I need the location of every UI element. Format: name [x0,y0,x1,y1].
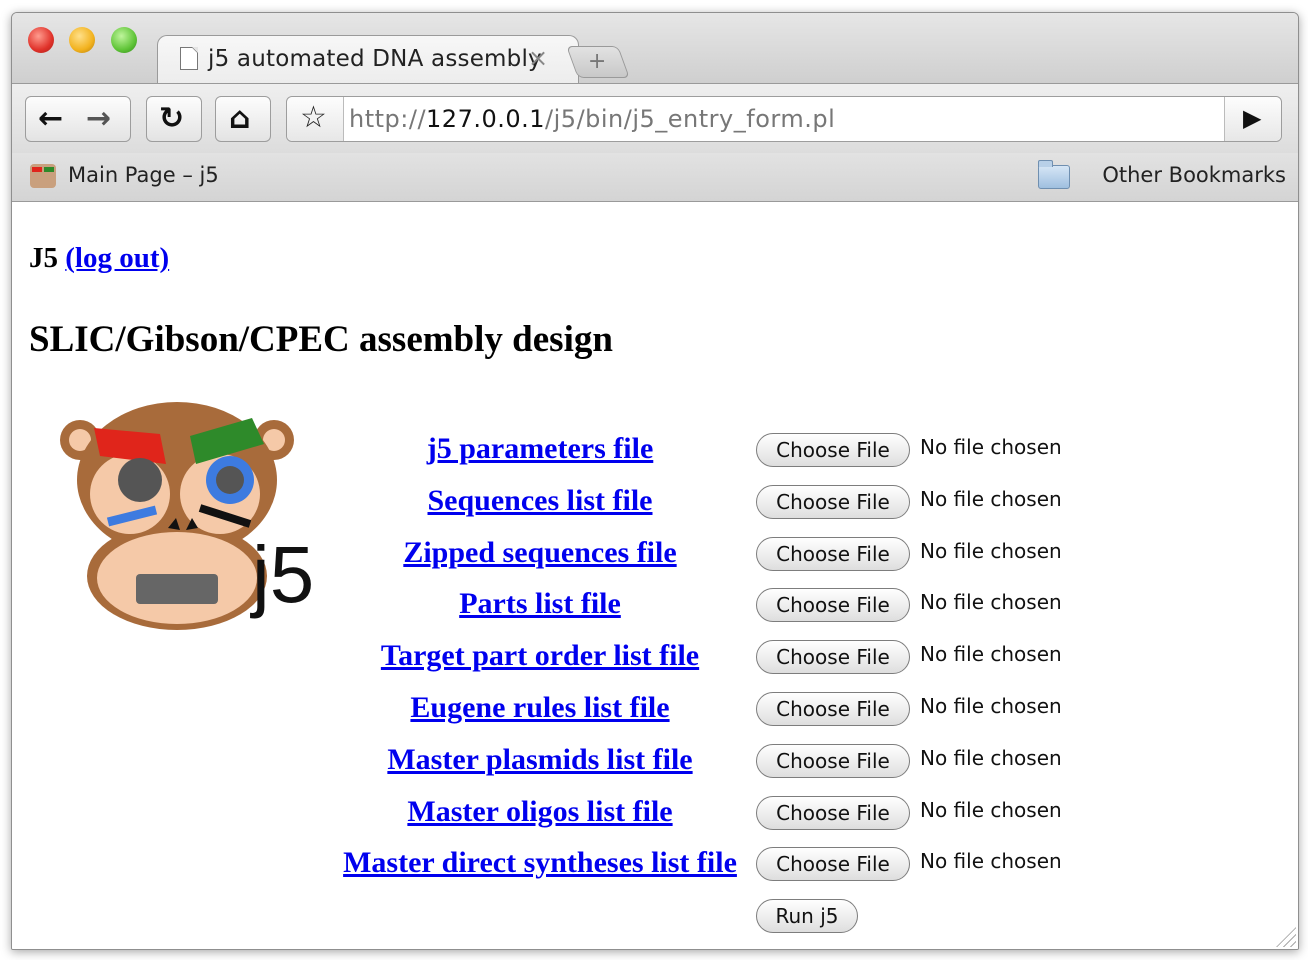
file-help-link[interactable]: Target part order list file [312,639,768,673]
file-help-link[interactable]: Eugene rules list file [312,691,768,725]
logout-link[interactable]: (log out) [65,242,169,274]
choose-file-button[interactable]: Choose File [756,433,910,467]
choose-file-button[interactable]: Choose File [756,692,910,726]
file-row: Parts list file Choose File No file chosen [312,587,1212,639]
j5-monkey-logo: j5 [60,402,314,630]
file-row: Eugene rules list file Choose File No file… [312,691,1212,743]
url-host: 127.0.0.1 [426,105,546,133]
file-help-link[interactable]: Sequences list file [312,484,768,518]
tab-active[interactable]: j5 automated DNA assembly × [157,35,579,86]
star-icon: ☆ [300,100,327,135]
home-button[interactable]: ⌂ [215,96,271,142]
file-row: Zipped sequences file Choose File No file … [312,536,1212,588]
j5-favicon-icon [30,164,56,188]
url-scheme: http:// [349,105,427,133]
file-status-text: No file chosen [920,642,1062,666]
header-line: J5 (log out) [29,242,169,275]
toolbar: ← → ↻ ⌂ ☆ http://127.0.0.1/j5/bin/j5_ent… [12,83,1298,154]
app-name: J5 [29,242,58,274]
minimize-window-button[interactable] [69,27,95,53]
zoom-window-button[interactable] [111,27,137,53]
file-help-link[interactable]: Parts list file [312,587,768,621]
home-icon: ⌂ [229,101,251,136]
bookmark-other-bookmarks[interactable]: Other Bookmarks [1102,163,1286,187]
file-status-text: No file chosen [920,849,1062,873]
choose-file-button[interactable]: Choose File [756,485,910,519]
reload-icon: ↻ [159,101,185,136]
logo-text: j5 [250,530,314,619]
file-status-text: No file chosen [920,798,1062,822]
reload-button[interactable]: ↻ [146,96,202,142]
file-help-link[interactable]: Master oligos list file [312,795,768,829]
choose-file-button[interactable]: Choose File [756,640,910,674]
url-path: /j5/bin/j5_entry_form.pl [545,105,836,133]
url-text[interactable]: http://127.0.0.1/j5/bin/j5_entry_form.pl [349,105,835,133]
file-row: Sequences list file Choose File No file ch… [312,484,1212,536]
tab-strip: j5 automated DNA assembly × + [12,13,1298,86]
file-status-text: No file chosen [920,487,1062,511]
file-status-text: No file chosen [920,435,1062,459]
go-icon: ▶ [1243,105,1262,132]
go-button[interactable]: ▶ [1224,97,1281,141]
file-row: Target part order list file Choose File No… [312,639,1212,691]
file-row: Master plasmids list file Choose File No f… [312,743,1212,795]
file-status-text: No file chosen [920,590,1062,614]
page-title: SLIC/Gibson/CPEC assembly design [29,319,613,360]
back-icon[interactable]: ← [38,101,63,136]
back-forward-group: ← → [25,96,131,142]
run-j5-button[interactable]: Run j5 [756,899,858,933]
file-status-text: No file chosen [920,694,1062,718]
folder-icon [1038,160,1070,189]
tab-title: j5 automated DNA assembly [208,46,542,72]
file-help-link[interactable]: j5 parameters file [312,432,768,466]
browser-window: j5 automated DNA assembly × + ← → ↻ ⌂ ☆ … [11,12,1299,950]
choose-file-button[interactable]: Choose File [756,537,910,571]
file-row: j5 parameters file Choose File No file cho… [312,432,1212,484]
close-window-button[interactable] [28,27,54,53]
forward-icon[interactable]: → [86,101,111,136]
page-icon [180,47,198,70]
file-help-link[interactable]: Master direct syntheses list file [312,846,768,880]
file-help-link[interactable]: Zipped sequences file [312,536,768,570]
bookmark-main-page[interactable]: Main Page – j5 [68,163,219,187]
file-row: Master direct syntheses list file Choose … [312,846,1212,898]
choose-file-button[interactable]: Choose File [756,588,910,622]
page-content: J5 (log out) SLIC/Gibson/CPEC assembly d… [12,202,1298,949]
address-bar[interactable]: ☆ http://127.0.0.1/j5/bin/j5_entry_form.… [286,96,1282,142]
tab-close-icon[interactable]: × [528,44,548,72]
bookmarks-bar: Main Page – j5 Other Bookmarks [12,153,1298,202]
file-row: Master oligos list file Choose File No fil… [312,795,1212,847]
plus-icon: + [587,49,607,74]
choose-file-button[interactable]: Choose File [756,796,910,830]
file-status-text: No file chosen [920,746,1062,770]
file-help-link[interactable]: Master plasmids list file [312,743,768,777]
file-status-text: No file chosen [920,539,1062,563]
bookmark-star-button[interactable]: ☆ [287,97,344,141]
choose-file-button[interactable]: Choose File [756,744,910,778]
choose-file-button[interactable]: Choose File [756,847,910,881]
new-tab-button[interactable]: + [566,46,630,78]
